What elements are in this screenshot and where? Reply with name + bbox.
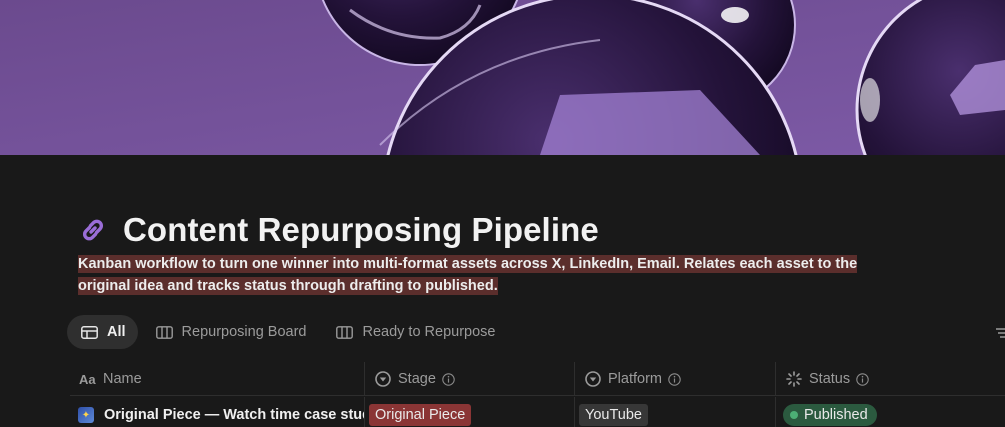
tab-label: Ready to Repurpose: [362, 324, 496, 340]
column-status[interactable]: Status: [776, 362, 986, 396]
settings-lines-icon[interactable]: [993, 326, 1005, 338]
column-stage[interactable]: Stage: [365, 362, 575, 396]
column-name[interactable]: Aa Name: [70, 362, 365, 396]
cover-artwork: [0, 0, 1005, 155]
row-title[interactable]: Original Piece — Watch time case study: [104, 407, 364, 423]
tab-label: All: [107, 324, 126, 340]
tab-all[interactable]: All: [67, 315, 138, 349]
page-description[interactable]: Kanban workflow to turn one winner into …: [78, 253, 888, 297]
stage-tag: Original Piece: [369, 404, 472, 426]
text-property-icon: Aa: [79, 370, 97, 388]
board-icon: [155, 325, 174, 339]
page-header: Content Repurposing Pipeline: [78, 207, 599, 253]
column-label: Stage: [398, 371, 436, 387]
column-label: Name: [103, 371, 142, 387]
view-tabs: All Repurposing Board Ready to Repurpose: [67, 315, 511, 349]
table-icon: [81, 325, 99, 339]
cell-status[interactable]: Published: [776, 397, 986, 427]
cell-platform[interactable]: YouTube: [575, 397, 776, 427]
tab-ready-to-repurpose[interactable]: Ready to Repurpose: [322, 315, 507, 349]
status-label: Published: [804, 407, 868, 423]
board-icon: [336, 325, 354, 339]
info-icon[interactable]: [442, 372, 455, 386]
select-property-icon: [374, 370, 392, 388]
description-text: Kanban workflow to turn one winner into …: [78, 255, 858, 295]
column-label: Status: [809, 371, 851, 387]
column-platform[interactable]: Platform: [575, 362, 776, 396]
tab-label: Repurposing Board: [181, 324, 307, 340]
cell-stage[interactable]: Original Piece: [365, 397, 575, 427]
link-icon[interactable]: [78, 214, 110, 246]
table-header: Aa Name Stage Platform Status: [70, 362, 1005, 396]
platform-tag: YouTube: [579, 404, 648, 426]
column-label: Platform: [608, 371, 662, 387]
info-icon[interactable]: [856, 372, 869, 386]
page-title[interactable]: Content Repurposing Pipeline: [123, 211, 599, 249]
cell-name[interactable]: ✦ Original Piece — Watch time case study: [70, 397, 365, 427]
status-dot: [790, 411, 798, 419]
info-icon[interactable]: [668, 372, 681, 386]
status-badge: Published: [783, 404, 877, 426]
page-cover[interactable]: [0, 0, 1005, 155]
select-property-icon: [584, 370, 602, 388]
tab-repurposing-board[interactable]: Repurposing Board: [142, 315, 319, 349]
sparkle-image-icon: ✦: [78, 407, 94, 423]
status-property-icon: [785, 370, 803, 388]
svg-text:Aa: Aa: [79, 372, 96, 386]
table-row[interactable]: ✦ Original Piece — Watch time case study…: [70, 397, 1005, 427]
